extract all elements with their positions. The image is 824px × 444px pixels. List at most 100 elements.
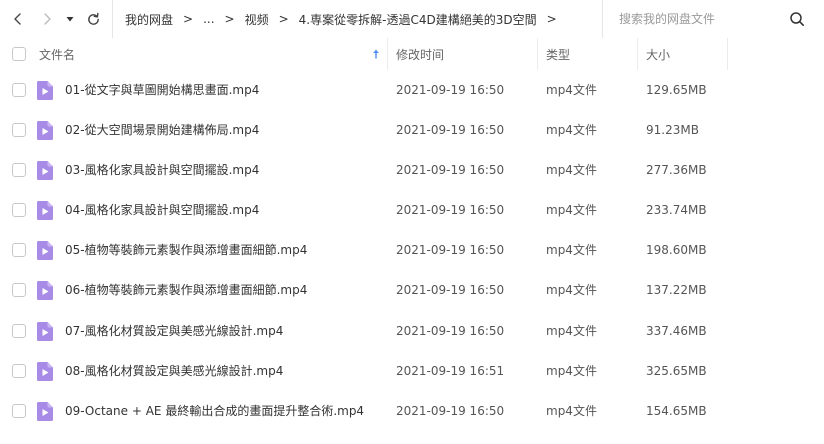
column-divider[interactable] (537, 38, 538, 70)
breadcrumb-separator[interactable]: > (547, 12, 557, 26)
file-modified-time: 2021-09-19 16:50 (396, 203, 505, 218)
file-type: mp4文件 (546, 163, 597, 178)
file-type: mp4文件 (546, 203, 597, 218)
file-type: mp4文件 (546, 363, 597, 378)
search-box (602, 0, 824, 38)
back-button[interactable] (7, 8, 29, 30)
file-size: 233.74MB (646, 203, 707, 218)
table-row[interactable]: 06-植物等裝飾元素製作與添增畫面細節.mp4 2021-09-19 16:50… (0, 270, 824, 310)
file-name: 08-風格化材質設定與美感光線設計.mp4 (65, 363, 284, 378)
video-file-icon (37, 321, 53, 341)
column-divider[interactable] (637, 38, 638, 70)
file-size: 277.36MB (646, 163, 707, 178)
chevron-right-icon (44, 13, 51, 25)
file-modified-time: 2021-09-19 16:50 (396, 123, 505, 138)
column-header-size[interactable]: 大小 (646, 38, 726, 70)
file-type: mp4文件 (546, 403, 597, 418)
file-name: 09-Octane + AE 最終輸出合成的畫面提升整合術.mp4 (65, 403, 365, 418)
file-name: 03-風格化家具設計與空間擺設.mp4 (65, 163, 260, 178)
refresh-button[interactable] (82, 8, 104, 30)
file-type: mp4文件 (546, 83, 597, 97)
breadcrumb-separator: > (224, 12, 235, 26)
table-row[interactable]: 05-植物等裝飾元素製作與添增畫面細節.mp4 2021-09-19 16:50… (0, 230, 824, 270)
video-file-icon (37, 81, 53, 100)
search-input[interactable] (619, 12, 789, 26)
toolbar: 我的网盘 > ... > 视频 > 4.専案從零拆解-透過C4D建構絕美的3D空… (0, 0, 824, 38)
file-type: mp4文件 (546, 123, 597, 138)
column-divider[interactable] (727, 38, 728, 70)
file-size: 154.65MB (646, 403, 707, 418)
breadcrumb-item-ellipsis[interactable]: ... (203, 12, 214, 26)
column-header-time-label: 修改时间 (396, 47, 445, 62)
row-checkbox[interactable] (12, 163, 26, 178)
breadcrumb-item-current[interactable]: 4.専案從零拆解-透過C4D建構絕美的3D空間 (299, 11, 537, 28)
table-row[interactable]: 01-從文字與草圖開始構思畫面.mp4 2021-09-19 16:50 mp4… (0, 70, 824, 110)
row-checkbox[interactable] (12, 283, 26, 298)
file-modified-time: 2021-09-19 16:50 (396, 243, 505, 258)
column-divider[interactable] (387, 38, 388, 70)
table-row[interactable]: 07-風格化材質設定與美感光線設計.mp4 2021-09-19 16:50 m… (0, 311, 824, 351)
row-checkbox[interactable] (12, 203, 26, 218)
video-file-icon (37, 241, 53, 261)
caret-down-icon (66, 17, 74, 22)
video-file-icon (37, 401, 53, 421)
video-file-icon (37, 161, 53, 181)
column-header-name-label: 文件名 (39, 47, 76, 62)
file-size: 325.65MB (646, 363, 707, 378)
table-row[interactable]: 03-風格化家具設計與空間擺設.mp4 2021-09-19 16:50 mp4… (0, 150, 824, 190)
video-file-icon (37, 281, 53, 301)
table-row[interactable]: 08-風格化材質設定與美感光線設計.mp4 2021-09-19 16:51 m… (0, 351, 824, 391)
video-file-icon (37, 121, 53, 141)
column-header-time[interactable]: 修改时间 (396, 38, 536, 70)
file-modified-time: 2021-09-19 16:50 (396, 283, 505, 298)
column-header: 文件名 修改时间 类型 大小 (0, 38, 824, 70)
column-header-type-label: 类型 (546, 47, 571, 62)
row-checkbox[interactable] (12, 123, 26, 138)
file-name: 02-從大空間場景開始建構佈局.mp4 (65, 123, 260, 138)
file-modified-time: 2021-09-19 16:51 (396, 363, 505, 378)
file-size: 129.65MB (646, 83, 707, 97)
refresh-icon (87, 12, 99, 25)
sort-ascending-icon[interactable] (370, 48, 382, 60)
breadcrumb-item-video[interactable]: 视频 (245, 11, 269, 28)
file-type: mp4文件 (546, 283, 597, 298)
file-name: 05-植物等裝飾元素製作與添增畫面細節.mp4 (65, 243, 308, 258)
search-icon[interactable] (789, 11, 805, 27)
breadcrumb-separator: > (183, 12, 194, 26)
file-list: 01-從文字與草圖開始構思畫面.mp4 2021-09-19 16:50 mp4… (0, 70, 824, 431)
file-type: mp4文件 (546, 243, 597, 258)
file-name: 01-從文字與草圖開始構思畫面.mp4 (65, 83, 260, 97)
file-modified-time: 2021-09-19 16:50 (396, 163, 505, 178)
row-checkbox[interactable] (12, 403, 26, 418)
file-size: 337.46MB (646, 323, 707, 338)
table-row[interactable]: 02-從大空間場景開始建構佈局.mp4 2021-09-19 16:50 mp4… (0, 110, 824, 150)
file-size: 137.22MB (646, 283, 707, 298)
video-file-icon (37, 201, 53, 221)
file-modified-time: 2021-09-19 16:50 (396, 323, 505, 338)
row-checkbox[interactable] (12, 363, 26, 378)
table-row[interactable]: 04-風格化家具設計與空間擺設.mp4 2021-09-19 16:50 mp4… (0, 190, 824, 230)
row-checkbox[interactable] (12, 323, 26, 338)
file-size: 198.60MB (646, 243, 707, 258)
column-header-type[interactable]: 类型 (546, 38, 636, 70)
video-file-icon (37, 361, 53, 381)
column-header-name[interactable]: 文件名 (39, 38, 385, 70)
file-modified-time: 2021-09-19 16:50 (396, 83, 505, 97)
breadcrumb-separator: > (278, 12, 289, 26)
file-size: 91.23MB (646, 123, 699, 138)
chevron-left-icon (14, 13, 21, 25)
select-all-checkbox[interactable] (12, 47, 26, 61)
row-checkbox[interactable] (12, 83, 26, 97)
file-name: 07-風格化材質設定與美感光線設計.mp4 (65, 323, 284, 338)
breadcrumb-item-root[interactable]: 我的网盘 (125, 11, 173, 28)
table-row[interactable]: 09-Octane + AE 最終輸出合成的畫面提升整合術.mp4 2021-0… (0, 391, 824, 431)
file-name: 06-植物等裝飾元素製作與添增畫面細節.mp4 (65, 283, 308, 298)
file-type: mp4文件 (546, 323, 597, 338)
forward-button[interactable] (36, 8, 58, 30)
file-name: 04-風格化家具設計與空間擺設.mp4 (65, 203, 260, 218)
history-dropdown-button[interactable] (62, 8, 78, 30)
column-header-size-label: 大小 (646, 47, 671, 62)
breadcrumb: 我的网盘 > ... > 视频 > 4.専案從零拆解-透過C4D建構絕美的3D空… (112, 0, 590, 38)
row-checkbox[interactable] (12, 243, 26, 258)
file-modified-time: 2021-09-19 16:50 (396, 403, 505, 418)
